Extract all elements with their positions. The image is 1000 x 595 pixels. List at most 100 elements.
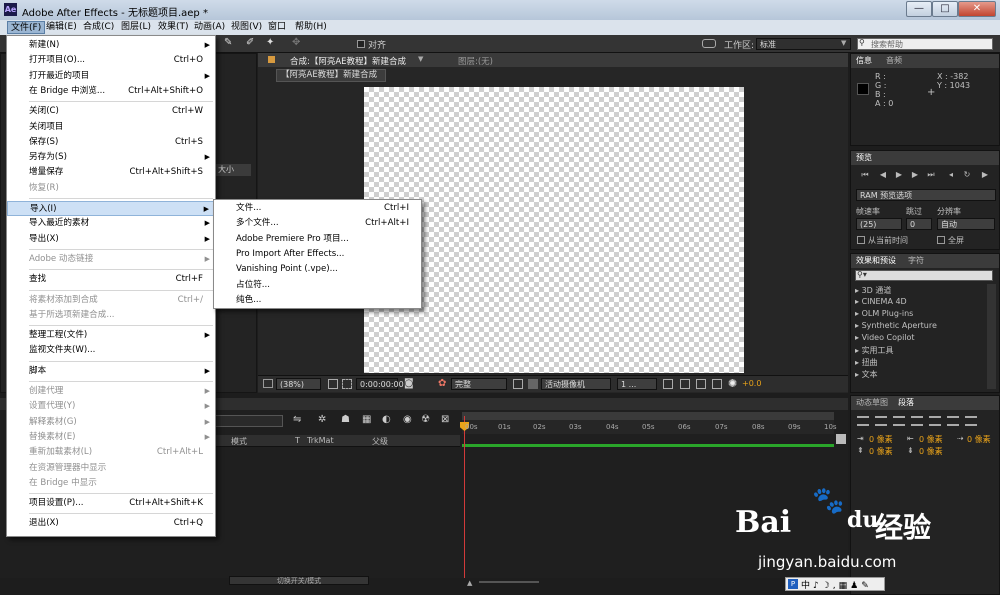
justify-last-right-icon[interactable] bbox=[947, 416, 959, 426]
tab-character[interactable]: 字符 bbox=[908, 256, 924, 265]
tab-layer[interactable]: 图层:(无) bbox=[458, 55, 493, 67]
file-menu-item[interactable]: 导出(X) ▶ bbox=[7, 232, 215, 247]
menu-effect[interactable]: 效果(T) bbox=[155, 21, 192, 34]
import-menu-item[interactable]: Vanishing Point (.vpe)... bbox=[214, 262, 421, 277]
file-menu-item[interactable]: 另存为(S) ▶ bbox=[7, 150, 215, 165]
eraser-tool-icon[interactable]: ✎ bbox=[224, 37, 232, 48]
loop-icon[interactable]: ↻ bbox=[961, 170, 973, 180]
align-left-icon[interactable] bbox=[857, 416, 869, 426]
list-item[interactable]: ▸ 实用工具 bbox=[855, 345, 894, 356]
timeline-icon[interactable] bbox=[680, 379, 690, 389]
file-menu-item[interactable]: 项目设置(P)... Ctrl+Alt+Shift+K bbox=[7, 496, 215, 511]
column-mode-header[interactable]: 模式 bbox=[231, 436, 247, 447]
fullscreen-checkbox[interactable] bbox=[937, 236, 945, 244]
snapshot-icon[interactable]: ◙ bbox=[404, 378, 414, 389]
minimize-button[interactable]: — bbox=[906, 1, 932, 17]
puppet-tool-icon[interactable]: ✥ bbox=[292, 37, 300, 48]
import-menu-item[interactable]: 文件... Ctrl+I bbox=[214, 201, 421, 216]
column-size-header[interactable]: 大小 bbox=[215, 164, 251, 176]
tab-preview[interactable]: 预览 bbox=[856, 153, 872, 162]
first-frame-icon[interactable]: ⏮ bbox=[859, 170, 871, 180]
column-trkmat-header[interactable]: TrkMat bbox=[307, 436, 334, 445]
work-area-bar[interactable] bbox=[462, 412, 834, 420]
play-icon[interactable]: ▶ bbox=[893, 170, 905, 180]
file-menu-item[interactable]: 打开项目(O)... Ctrl+O bbox=[7, 53, 215, 68]
zoom-out-icon[interactable]: ▲ bbox=[467, 579, 472, 587]
auto-keyframe-icon[interactable]: ⊠ bbox=[441, 414, 449, 425]
timeline-zoom-slider[interactable] bbox=[479, 581, 539, 583]
list-item[interactable]: ▸ 扭曲 bbox=[855, 357, 878, 368]
chevron-down-icon[interactable]: ▼ bbox=[418, 55, 423, 63]
file-menu-item[interactable]: 在资源管理器中显示 bbox=[7, 461, 215, 476]
file-menu-item[interactable]: 关闭项目 bbox=[7, 120, 215, 135]
file-menu-item[interactable]: 脚本 ▶ bbox=[7, 364, 215, 379]
list-item[interactable]: ▸ OLM Plug-ins bbox=[855, 309, 913, 318]
file-menu-item[interactable]: 打开最近的项目 ▶ bbox=[7, 69, 215, 84]
file-menu-item[interactable]: 保存(S) Ctrl+S bbox=[7, 135, 215, 150]
brainstorm-icon[interactable]: ☢ bbox=[421, 414, 430, 425]
comp-settings-icon[interactable] bbox=[712, 379, 722, 389]
space-before-value[interactable]: 0 像素 bbox=[869, 446, 893, 457]
list-item[interactable]: ▸ CINEMA 4D bbox=[855, 297, 907, 306]
resolution-select[interactable]: 自动 bbox=[937, 218, 995, 230]
playhead-line[interactable] bbox=[464, 416, 465, 578]
menu-composition[interactable]: 合成(C) bbox=[80, 21, 117, 34]
align-center-icon[interactable] bbox=[875, 416, 887, 426]
resolution-select[interactable]: 完整 bbox=[451, 378, 507, 390]
graph-editor-icon[interactable]: ◉ bbox=[403, 414, 412, 425]
file-menu-item[interactable]: 增量保存 Ctrl+Alt+Shift+S bbox=[7, 165, 215, 180]
menu-edit[interactable]: 编辑(E) bbox=[43, 21, 80, 34]
file-menu-item[interactable]: 在 Bridge 中显示 bbox=[7, 476, 215, 491]
transparency-grid-icon[interactable] bbox=[528, 379, 538, 389]
menu-help[interactable]: 帮助(H) bbox=[292, 21, 330, 34]
justify-last-left-icon[interactable] bbox=[911, 416, 923, 426]
skip-select[interactable]: 0 bbox=[906, 218, 932, 230]
justify-all-icon[interactable] bbox=[965, 416, 977, 426]
import-menu-item[interactable]: 多个文件... Ctrl+Alt+I bbox=[214, 216, 421, 231]
effects-search-input[interactable] bbox=[855, 270, 993, 281]
menu-window[interactable]: 窗口 bbox=[265, 21, 289, 34]
menu-layer[interactable]: 图层(L) bbox=[118, 21, 154, 34]
file-menu-item[interactable]: 设置代理(Y) ▶ bbox=[7, 399, 215, 414]
frame-blending-icon[interactable]: ▦ bbox=[362, 414, 371, 425]
comp-mini-flowchart-icon[interactable]: ⇋ bbox=[293, 414, 301, 425]
always-preview-icon[interactable] bbox=[263, 379, 273, 388]
effects-scrollbar[interactable] bbox=[987, 284, 996, 389]
tab-composition[interactable]: 合成:【阿亮AE教程】新建合成 bbox=[290, 55, 406, 67]
menu-animation[interactable]: 动画(A) bbox=[191, 21, 228, 34]
space-after-value[interactable]: 0 像素 bbox=[919, 446, 943, 457]
shy-icon[interactable]: ☗ bbox=[341, 414, 350, 425]
tab-audio[interactable]: 音频 bbox=[886, 56, 902, 65]
flowchart-icon[interactable] bbox=[696, 379, 706, 389]
first-line-indent-value[interactable]: 0 像素 bbox=[967, 434, 991, 445]
prev-frame-icon[interactable]: ◀ bbox=[877, 170, 889, 180]
file-menu-item[interactable]: 在 Bridge 中浏览... Ctrl+Alt+Shift+O bbox=[7, 84, 215, 99]
column-parent-header[interactable]: 父级 bbox=[372, 436, 388, 447]
file-menu-item[interactable]: 监视文件夹(W)... bbox=[7, 343, 215, 358]
region-of-interest-icon[interactable] bbox=[342, 379, 352, 389]
file-menu-item[interactable]: 整理工程(文件) ▶ bbox=[7, 328, 215, 343]
close-button[interactable]: ✕ bbox=[958, 1, 996, 17]
puppet-pin-icon[interactable]: ✦ bbox=[266, 37, 274, 48]
roto-brush-icon[interactable]: ✐ bbox=[246, 37, 254, 48]
align-right-icon[interactable] bbox=[893, 416, 905, 426]
indent-left-value[interactable]: 0 像素 bbox=[869, 434, 893, 445]
file-menu-item[interactable]: 恢复(R) bbox=[7, 181, 215, 196]
last-frame-icon[interactable]: ⏭ bbox=[925, 170, 937, 180]
ram-preview-select[interactable]: RAM 预览选项 bbox=[856, 189, 996, 201]
list-item[interactable]: ▸ Synthetic Aperture bbox=[855, 321, 937, 330]
pixel-aspect-icon[interactable] bbox=[663, 379, 673, 389]
layer-search-input[interactable] bbox=[215, 415, 283, 427]
camera-select[interactable]: 活动摄像机 bbox=[541, 378, 611, 390]
workspace-select[interactable]: 标准 bbox=[756, 38, 851, 50]
comp-breadcrumb[interactable]: 【阿亮AE教程】新建合成 bbox=[276, 69, 386, 82]
file-menu-item[interactable]: 导入最近的素材 ▶ bbox=[7, 216, 215, 231]
tab-paragraph[interactable]: 段落 bbox=[898, 398, 914, 407]
indent-right-value[interactable]: 0 像素 bbox=[919, 434, 943, 445]
list-item[interactable]: ▸ 文本 bbox=[855, 369, 878, 380]
import-menu-item[interactable]: 纯色... bbox=[214, 293, 421, 308]
toggle-switches-modes-button[interactable]: 切换开关/模式 bbox=[229, 576, 369, 585]
ram-preview-icon[interactable]: ▶ bbox=[979, 170, 991, 180]
file-menu-item[interactable]: 替换素材(E) ▶ bbox=[7, 430, 215, 445]
tab-motion-sketch[interactable]: 动态草图 bbox=[856, 398, 888, 407]
